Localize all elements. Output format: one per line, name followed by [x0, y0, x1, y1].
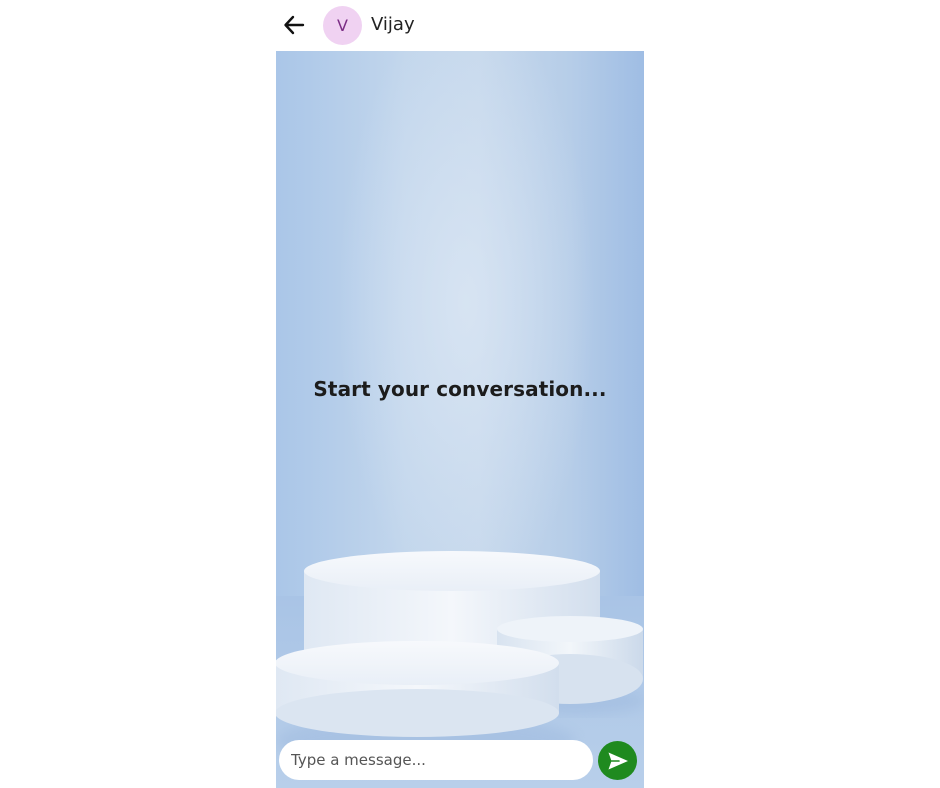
back-button[interactable] [280, 11, 308, 39]
message-list: Start your conversation... [276, 51, 644, 788]
arrow-left-icon [284, 15, 305, 35]
send-button[interactable] [598, 741, 637, 780]
send-icon [608, 752, 628, 769]
chat-screen: V Vijay Start your conversation... Type … [0, 0, 940, 788]
empty-state-text: Start your conversation... [313, 377, 607, 401]
composer-bar [276, 736, 644, 788]
message-input[interactable] [279, 740, 593, 780]
podium-background-image [276, 551, 644, 767]
chat-header: V Vijay [276, 0, 644, 51]
avatar-initial: V [337, 15, 348, 35]
avatar[interactable]: V [323, 6, 362, 45]
contact-name[interactable]: Vijay [371, 14, 415, 36]
